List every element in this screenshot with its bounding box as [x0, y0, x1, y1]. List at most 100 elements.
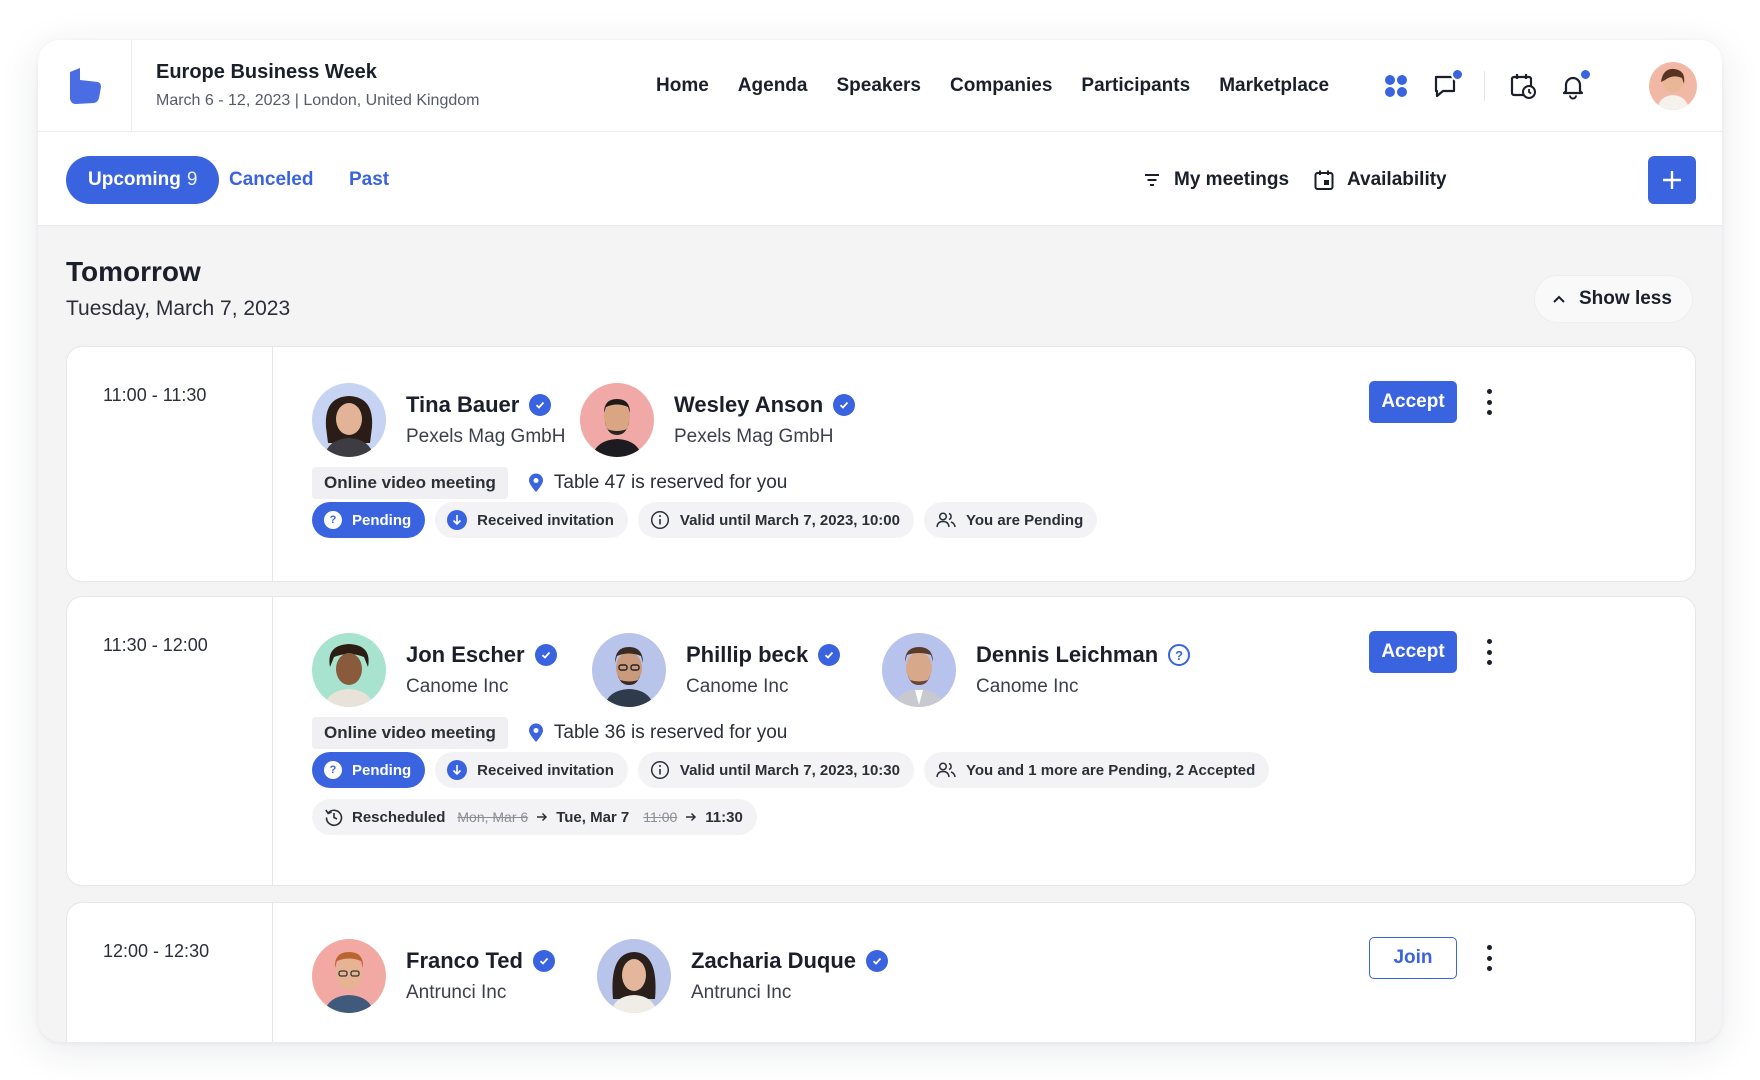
participant-name-row: Tina Bauer [406, 392, 565, 418]
participant[interactable]: Dennis Leichman ? Canome Inc [882, 633, 1191, 707]
info-icon [650, 760, 669, 780]
participant-meta: Zacharia Duque Antrunci Inc [691, 948, 889, 1004]
invitation-direction-text: Received invitation [477, 761, 614, 779]
participant-company: Antrunci Inc [406, 982, 507, 1003]
top-header: Europe Business Week March 6 - 12, 2023 … [38, 40, 1722, 132]
attendance-text: You and 1 more are Pending, 2 Accepted [966, 761, 1256, 779]
users-icon [936, 762, 956, 778]
participant-name-row: Franco Ted [406, 948, 555, 974]
calendar-clock-icon[interactable] [1507, 70, 1539, 102]
verified-icon [866, 950, 889, 972]
nav-marketplace[interactable]: Marketplace [1219, 75, 1329, 97]
chat-icon[interactable] [1430, 68, 1464, 102]
user-avatar[interactable] [1649, 62, 1697, 110]
participant-name: Dennis Leichman [976, 642, 1159, 667]
show-less-label: Show less [1579, 288, 1672, 309]
participant-meta: Wesley Anson Pexels Mag GmbH [674, 392, 856, 448]
app-logo[interactable] [38, 40, 132, 132]
participant-name: Jon Escher [406, 642, 525, 667]
header-icons [1380, 40, 1592, 132]
nav-home[interactable]: Home [656, 75, 709, 97]
valid-until-badge: Valid until March 7, 2023, 10:30 [637, 752, 914, 788]
unverified-question-icon: ? [1168, 644, 1191, 666]
new-time: 11:30 [705, 808, 743, 826]
arrow-down-icon [447, 760, 468, 780]
status-text: Pending [352, 761, 412, 779]
old-time: 11:00 [643, 809, 678, 825]
users-icon [936, 512, 956, 528]
info-icon [650, 510, 669, 530]
table-reservation-text: Table 36 is reserved for you [553, 722, 788, 743]
plus-icon [1663, 171, 1681, 189]
meeting-time: 11:00 - 11:30 [103, 385, 207, 405]
accept-button[interactable]: Accept [1369, 381, 1457, 423]
meeting-type-chip: Online video meeting [312, 717, 508, 749]
participant-company: Canome Inc [686, 676, 789, 697]
participant-name: Wesley Anson [674, 392, 824, 417]
invitation-direction-text: Received invitation [477, 511, 614, 529]
rescheduled-label: Rescheduled [352, 808, 446, 826]
day-date: Tuesday, March 7, 2023 [66, 297, 291, 320]
participant-meta: Dennis Leichman ? Canome Inc [976, 642, 1191, 698]
more-options-icon[interactable] [1479, 945, 1499, 971]
nav-speakers[interactable]: Speakers [836, 75, 921, 97]
attendance-badge: You are Pending [924, 502, 1098, 538]
participant-name: Phillip beck [686, 642, 809, 667]
more-options-icon[interactable] [1479, 389, 1499, 415]
meeting-time-column: 11:00 - 11:30 [67, 347, 273, 581]
nav-participants[interactable]: Participants [1081, 75, 1190, 97]
tab-canceled[interactable]: Canceled [229, 156, 313, 204]
participant-name-row: Zacharia Duque [691, 948, 889, 974]
participant-name: Tina Bauer [406, 392, 520, 417]
meeting-time-column: 12:00 - 12:30 [67, 903, 273, 1042]
availability-button[interactable]: Availability [1313, 156, 1447, 204]
participant-name-row: Dennis Leichman ? [976, 642, 1191, 668]
participant[interactable]: Jon Escher Canome Inc [312, 633, 557, 707]
history-icon [325, 809, 343, 827]
event-info: Europe Business Week March 6 - 12, 2023 … [156, 61, 479, 110]
participant[interactable]: Tina Bauer Pexels Mag GmbH [312, 383, 565, 457]
participant-meta: Franco Ted Antrunci Inc [406, 948, 555, 1004]
join-button[interactable]: Join [1369, 937, 1457, 979]
participant-name: Franco Ted [406, 948, 523, 973]
bell-icon[interactable] [1557, 68, 1592, 102]
tab-upcoming-label: Upcoming [88, 169, 181, 190]
new-date: Tue, Mar 7 [556, 808, 630, 826]
meeting-card: 11:30 - 12:00 Jon Escher Canome Inc Phil… [66, 596, 1696, 886]
question-icon: ? [324, 761, 342, 779]
table-reservation: Table 47 is reserved for you [528, 472, 787, 494]
participant-meta: Tina Bauer Pexels Mag GmbH [406, 392, 565, 448]
status-pending-badge: ? Pending [312, 752, 426, 788]
apps-icon[interactable] [1380, 70, 1412, 102]
chat-badge-dot [1451, 68, 1464, 81]
tab-past[interactable]: Past [349, 156, 389, 204]
participant[interactable]: Franco Ted Antrunci Inc [312, 939, 555, 1013]
participant[interactable]: Wesley Anson Pexels Mag GmbH [580, 383, 856, 457]
participant-company: Antrunci Inc [691, 982, 792, 1003]
participant-avatar [882, 633, 956, 707]
notification-badge-dot [1579, 68, 1592, 81]
more-options-icon[interactable] [1479, 639, 1499, 665]
participant-company: Pexels Mag GmbH [674, 426, 834, 447]
day-title: Tomorrow [66, 256, 201, 287]
table-reservation-text: Table 47 is reserved for you [553, 472, 788, 493]
participant[interactable]: Phillip beck Canome Inc [592, 633, 841, 707]
participant-avatar [312, 939, 386, 1013]
participant-avatar [592, 633, 666, 707]
tab-upcoming[interactable]: Upcoming 9 [66, 156, 220, 204]
participant-name-row: Phillip beck [686, 642, 841, 668]
attendance-text: You are Pending [966, 511, 1084, 529]
meeting-details: Online video meeting Table 47 is reserve… [312, 467, 787, 499]
my-meetings-filter[interactable]: My meetings [1142, 156, 1289, 204]
nav-agenda[interactable]: Agenda [738, 75, 808, 97]
participant[interactable]: Zacharia Duque Antrunci Inc [597, 939, 889, 1013]
verified-icon [534, 644, 557, 666]
nav-companies[interactable]: Companies [950, 75, 1052, 97]
participant-name-row: Wesley Anson [674, 392, 856, 418]
rescheduled-badge: Rescheduled Mon, Mar 6 Tue, Mar 7 11:00 … [312, 799, 757, 835]
verified-icon [532, 950, 555, 972]
show-less-button[interactable]: Show less [1534, 275, 1693, 323]
add-meeting-button[interactable] [1648, 156, 1696, 204]
arrow-down-icon [447, 510, 468, 530]
accept-button[interactable]: Accept [1369, 631, 1457, 673]
